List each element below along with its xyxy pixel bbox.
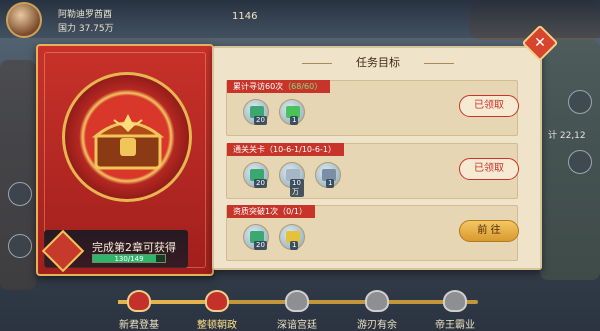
task-row: 资质突破1次（0/1） 20 1 前 往	[226, 205, 519, 261]
task-label: 资质突破1次（0/1）	[227, 205, 315, 218]
chapter-name: 帝王霸业	[435, 320, 475, 331]
item-quantity: 20	[254, 116, 267, 125]
chapter-name: 深谙宫廷	[277, 320, 317, 331]
gold-readout: 1146	[232, 11, 258, 22]
claimed-button[interactable]: 已领取	[459, 95, 519, 117]
item-quantity: 20	[254, 241, 267, 250]
hat-icon	[365, 290, 389, 312]
task-row: 累计寻访60次（68/60） 20 1 已领取	[226, 80, 519, 136]
task-count: （10-6-1/10-6-1）	[265, 145, 336, 154]
hat-icon	[127, 290, 151, 312]
item-quantity: 1	[290, 116, 299, 125]
mail-icon[interactable]	[568, 90, 592, 114]
task-row: 通关关卡（10-6-1/10-6-1） 20 10万 1 已领取	[226, 143, 519, 199]
item-quantity: 10万	[290, 179, 304, 197]
player-avatar[interactable]	[6, 2, 42, 38]
reward-description: 完成第2章可获得	[92, 241, 176, 254]
hat-icon	[443, 290, 467, 312]
chapter-1[interactable]: 新君登基	[104, 290, 174, 331]
item-quantity: 1	[290, 241, 299, 250]
chapter-3[interactable]: 深谙宫廷	[262, 290, 332, 331]
reward-item[interactable]: 1	[279, 99, 305, 125]
chapter-name: 新君登基	[119, 320, 159, 331]
task-count: （68/60）	[283, 82, 323, 91]
reward-item[interactable]: 20	[243, 99, 269, 125]
progress-label: 130/149	[114, 255, 144, 263]
chapter-2[interactable]: 整顿朝政	[182, 290, 252, 331]
task-label: 累计寻访60次（68/60）	[227, 80, 331, 93]
reward-item[interactable]: 20	[243, 162, 269, 188]
reward-items: 20 1	[243, 224, 305, 250]
player-power: 国力 37.75万	[58, 24, 114, 34]
treasure-chest-icon	[91, 114, 165, 170]
task-title: 通关关卡	[233, 145, 265, 154]
item-quantity: 1	[326, 179, 335, 188]
menu-icon[interactable]	[8, 182, 32, 206]
task-title: 资质突破1次	[233, 207, 279, 216]
task-count: （0/1）	[278, 207, 307, 216]
event-timer: 计 22,12	[548, 131, 586, 141]
task-label: 通关关卡（10-6-1/10-6-1）	[227, 143, 344, 156]
chapter-progress-bar: 130/149	[92, 254, 166, 263]
panel-title: 任务目标	[294, 53, 462, 73]
reward-items: 20 10万 1	[243, 162, 341, 197]
reward-item[interactable]: 1	[279, 224, 305, 250]
reward-item[interactable]: 1	[315, 162, 341, 188]
reward-item[interactable]: 20	[243, 224, 269, 250]
item-quantity: 20	[254, 179, 267, 188]
chapter-track: 新君登基 整顿朝政 深谙宫廷 游刃有余 帝王霸业	[0, 290, 600, 331]
chapter-4[interactable]: 游刃有余	[342, 290, 412, 331]
reward-items: 20 1	[243, 99, 305, 125]
go-button[interactable]: 前 往	[459, 220, 519, 242]
top-hud: 阿勒迪罗酋酉 国力 37.75万 1146	[0, 0, 600, 38]
shop-icon[interactable]	[568, 150, 592, 174]
chapter-5[interactable]: 帝王霸业	[420, 290, 490, 331]
hat-icon	[205, 290, 229, 312]
reward-item[interactable]: 10万	[279, 162, 305, 197]
chapter-name: 整顿朝政	[197, 320, 237, 331]
player-name: 阿勒迪罗酋酉	[58, 10, 113, 20]
chapter-name: 游刃有余	[357, 320, 397, 331]
task-title: 累计寻访60次	[233, 82, 284, 91]
event-icon[interactable]	[8, 234, 32, 258]
close-icon: ✕	[534, 35, 546, 51]
hat-icon	[285, 290, 309, 312]
claimed-button[interactable]: 已领取	[459, 158, 519, 180]
